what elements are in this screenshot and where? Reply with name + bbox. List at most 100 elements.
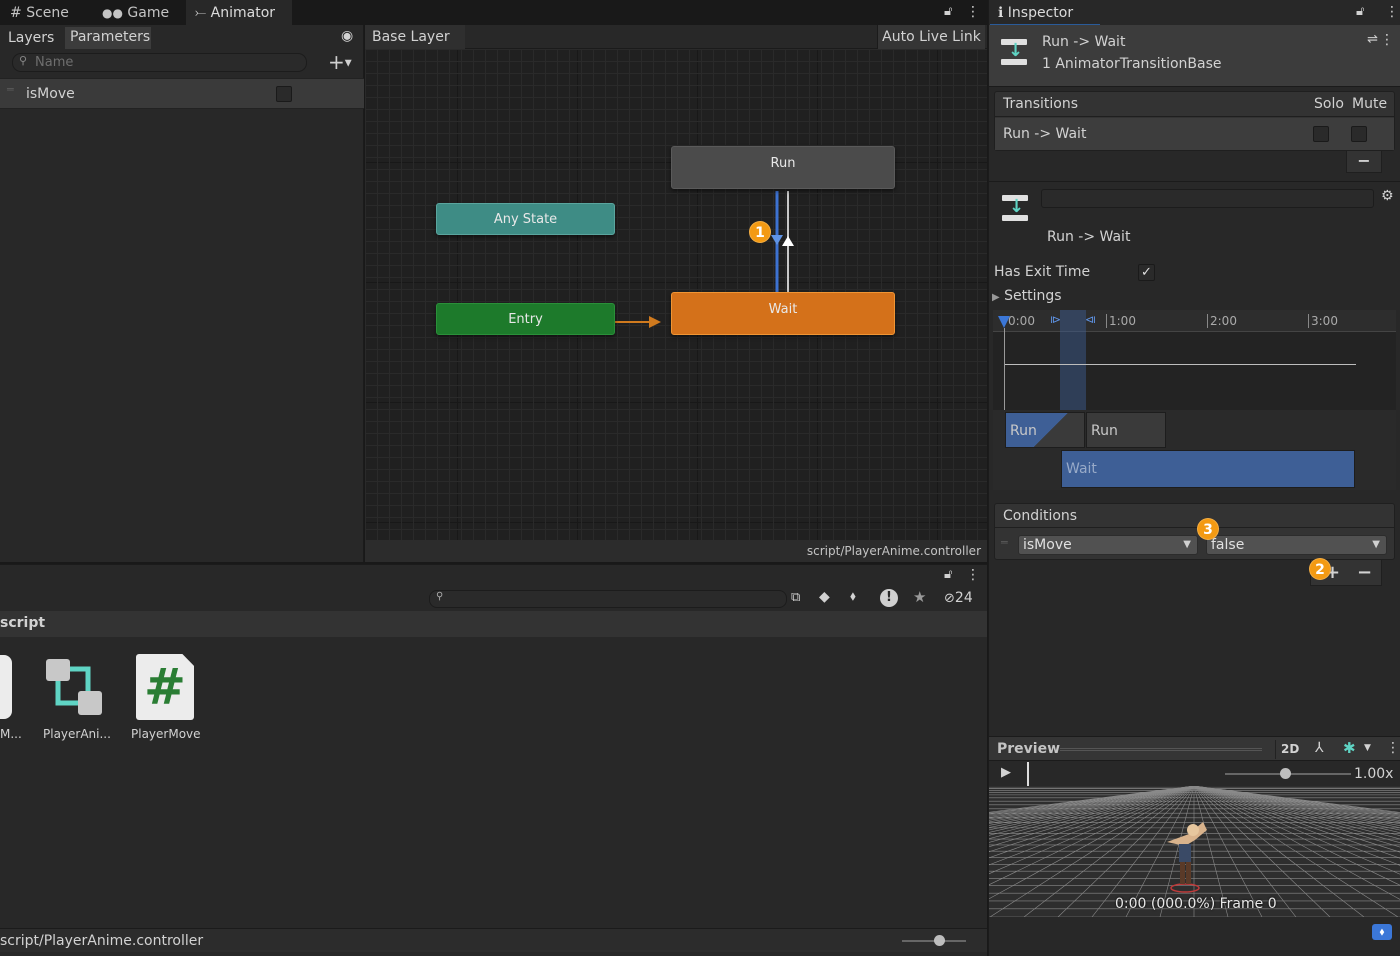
tab-game[interactable]: ●● Game bbox=[102, 0, 169, 25]
preview-2d-button[interactable]: 2D bbox=[1275, 740, 1304, 759]
tab-animator[interactable]: ⤚ Animator bbox=[186, 0, 292, 25]
asset-label: M... bbox=[0, 727, 22, 741]
asset-label-icon[interactable]: ⬧ bbox=[1372, 924, 1392, 940]
inspector-more-menu-icon[interactable]: ⋮ bbox=[1385, 4, 1399, 20]
transitions-list-header: Transitions Solo Mute bbox=[995, 92, 1394, 117]
parameter-name[interactable]: isMove bbox=[26, 86, 75, 102]
clip-run-b[interactable]: Run bbox=[1086, 412, 1166, 448]
play-button[interactable]: ▶ bbox=[1001, 765, 1011, 780]
header-more-menu-icon[interactable]: ⋮ bbox=[1380, 32, 1394, 48]
breadcrumb[interactable]: Base Layer bbox=[365, 25, 465, 49]
add-parameter-button[interactable]: +▼ bbox=[328, 50, 352, 74]
avatar-icon[interactable]: ✱ bbox=[1343, 739, 1356, 757]
asset-item[interactable] bbox=[44, 657, 104, 717]
warning-icon[interactable]: ! bbox=[880, 589, 898, 607]
eye-icon[interactable]: ◉ bbox=[341, 28, 353, 44]
pivot-icon[interactable]: ⅄ bbox=[1315, 740, 1324, 756]
step-badge-2: 2 bbox=[1309, 558, 1331, 580]
foldout-arrow-icon: ▶ bbox=[992, 292, 1000, 303]
has-exit-time-checkbox[interactable]: ✓ bbox=[1138, 264, 1155, 281]
remove-condition-button[interactable]: − bbox=[1357, 562, 1372, 583]
transition-icon: ↓ bbox=[1001, 39, 1027, 65]
project-search-input[interactable]: ⚲ bbox=[429, 590, 787, 608]
parameter-bool-checkbox[interactable] bbox=[276, 86, 292, 102]
preview-scrubber[interactable] bbox=[1027, 762, 1209, 786]
settings-foldout[interactable]: ▶ Settings bbox=[992, 288, 1062, 304]
drag-handle-icon[interactable]: ═ bbox=[7, 83, 14, 96]
frame-info: 0:00 (000.0%) Frame 0 bbox=[1115, 896, 1277, 912]
more-menu-icon[interactable]: ⋮ bbox=[966, 4, 980, 20]
condition-value-dropdown[interactable]: false ▼ bbox=[1206, 535, 1387, 555]
chevron-down-icon[interactable]: ▼ bbox=[1364, 743, 1371, 753]
character-model bbox=[1167, 822, 1207, 893]
asset-item[interactable] bbox=[0, 655, 12, 721]
icon-size-slider[interactable] bbox=[902, 935, 966, 946]
project-more-menu-icon[interactable]: ⋮ bbox=[966, 567, 980, 583]
speed-slider[interactable] bbox=[1225, 768, 1351, 779]
inspector-lock-icon[interactable]: 🔓︎ bbox=[1356, 4, 1364, 19]
gamepad-icon: ●● bbox=[102, 6, 123, 20]
divider bbox=[989, 181, 1400, 182]
favorite-star-icon[interactable]: ★ bbox=[913, 588, 926, 606]
state-run[interactable]: Run bbox=[671, 146, 895, 189]
transition-timeline[interactable]: 0:00 1:00 2:00 3:00 ⧐ ⧏ Run Run Wait bbox=[993, 310, 1396, 490]
project-footer: script/PlayerAnime.controller bbox=[0, 928, 987, 952]
slider-thumb[interactable] bbox=[1280, 768, 1291, 779]
tick-label: 2:00 bbox=[1207, 314, 1237, 328]
asset-item[interactable]: # bbox=[136, 654, 194, 720]
tab-inspector[interactable]: ℹ Inspector bbox=[990, 0, 1100, 25]
filter-label-icon[interactable]: ⬧ bbox=[850, 589, 856, 604]
settings-gear-icon[interactable]: ⚙ bbox=[1381, 188, 1394, 204]
condition-parameter-dropdown[interactable]: isMove ▼ bbox=[1018, 535, 1198, 555]
preview-viewport[interactable]: 0:00 (000.0%) Frame 0 bbox=[989, 786, 1400, 917]
transition-name-field[interactable] bbox=[1041, 189, 1374, 208]
tick-label: 1:00 bbox=[1106, 314, 1136, 328]
info-icon: ℹ bbox=[998, 5, 1004, 21]
state-wait[interactable]: Wait bbox=[671, 292, 895, 335]
conditions-header: Conditions bbox=[995, 504, 1394, 528]
mute-checkbox[interactable] bbox=[1351, 126, 1367, 142]
transition-start-marker-icon[interactable]: ⧐ bbox=[1050, 313, 1061, 326]
preview-controls: ▶ 1.00x bbox=[989, 762, 1400, 786]
slider-thumb[interactable] bbox=[934, 935, 945, 946]
state-entry[interactable]: Entry bbox=[436, 303, 615, 335]
parameter-row[interactable]: ═ isMove bbox=[0, 78, 364, 109]
csharp-script-icon: # bbox=[136, 654, 194, 720]
search-window-icon[interactable]: ⧉ bbox=[791, 590, 800, 605]
preview-more-menu-icon[interactable]: ⋮ bbox=[1386, 740, 1400, 756]
remove-transition-button[interactable]: − bbox=[1346, 151, 1382, 173]
transition-end-marker-icon[interactable]: ⧏ bbox=[1085, 313, 1096, 326]
project-lock-icon[interactable]: 🔓︎ bbox=[944, 567, 952, 582]
filter-type-icon[interactable]: ◆ bbox=[819, 589, 830, 605]
transition-duration-highlight[interactable] bbox=[1060, 310, 1086, 410]
tick-label: 0:00 bbox=[1008, 314, 1035, 328]
tab-scene[interactable]: # Scene bbox=[10, 0, 69, 25]
asset-label: PlayerAni... bbox=[43, 727, 111, 741]
step-badge-3: 3 bbox=[1197, 518, 1219, 540]
step-badge-1: 1 bbox=[749, 221, 771, 243]
transition-detail-icon: ↓ bbox=[1002, 195, 1028, 221]
hidden-packages-button[interactable]: ⊘24 bbox=[944, 590, 973, 606]
preset-icon[interactable]: ⇌ bbox=[1367, 32, 1378, 47]
folder-title: script bbox=[0, 615, 46, 631]
transition-arrow-up bbox=[782, 236, 794, 246]
parameter-search-input[interactable]: ⚲ Name bbox=[12, 53, 307, 72]
state-any-state[interactable]: Any State bbox=[436, 203, 615, 235]
tab-parameters[interactable]: Parameters bbox=[65, 27, 151, 49]
lock-icon[interactable]: 🔓︎ bbox=[944, 4, 952, 19]
inspector-title: Run -> Wait bbox=[1042, 34, 1126, 50]
clip-wait[interactable]: Wait bbox=[1061, 450, 1355, 488]
solo-checkbox[interactable] bbox=[1313, 126, 1329, 142]
graph-footer: script/PlayerAnime.controller bbox=[365, 540, 987, 562]
folder-header: script bbox=[0, 611, 987, 637]
transition-list-row[interactable]: Run -> Wait bbox=[995, 118, 1394, 150]
clip-run-a[interactable]: Run bbox=[1005, 412, 1085, 448]
auto-live-link-button[interactable]: Auto Live Link bbox=[877, 25, 985, 49]
tab-layers[interactable]: Layers bbox=[8, 28, 54, 48]
transitions-list: Transitions Solo Mute Run -> Wait bbox=[994, 91, 1395, 151]
search-icon: ⚲ bbox=[19, 54, 28, 67]
condition-drag-handle-icon[interactable]: ═ bbox=[1001, 536, 1008, 549]
controller-path: script/PlayerAnime.controller bbox=[806, 544, 981, 558]
transition-name-label: Run -> Wait bbox=[1047, 229, 1131, 245]
search-icon: ⚲ bbox=[436, 591, 444, 602]
